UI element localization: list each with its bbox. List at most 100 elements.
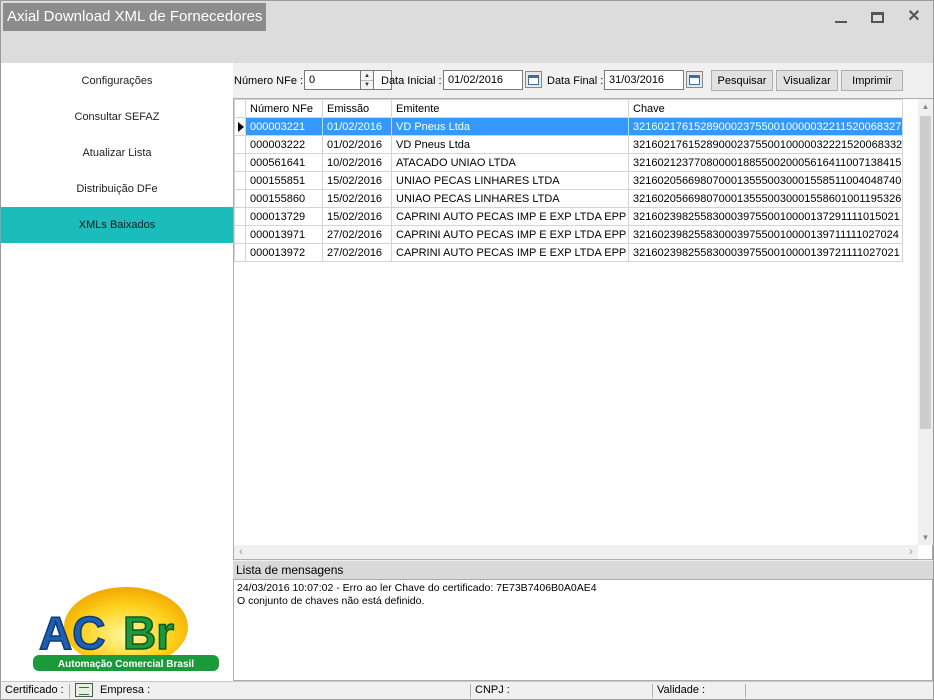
- cell-chave[interactable]: 3216023982558300039755001000013972111102…: [627, 243, 904, 262]
- cell-emissao[interactable]: 15/02/2016: [322, 189, 392, 208]
- row-selector[interactable]: [234, 207, 246, 226]
- scroll-up-icon[interactable]: ▲: [918, 99, 933, 114]
- status-cnpj-label: CNPJ :: [475, 684, 510, 696]
- maximize-button[interactable]: [859, 5, 895, 29]
- cell-chave[interactable]: 3216023982558300039755001000013729111101…: [627, 207, 904, 226]
- cell-emitente[interactable]: CAPRINI AUTO PECAS IMP E EXP LTDA EPP: [391, 243, 629, 262]
- table-row[interactable]: 000013729 15/02/2016 CAPRINI AUTO PECAS …: [234, 207, 904, 226]
- minimize-button[interactable]: [823, 5, 859, 29]
- close-icon: ✕: [907, 8, 921, 25]
- cell-numero[interactable]: 000013729: [245, 207, 323, 226]
- filter-toolbar: Número NFe : ▲ ▼ Data Inicial : Data Fin…: [233, 63, 933, 97]
- row-selector[interactable]: [234, 243, 246, 262]
- sidebar-item-configuracoes[interactable]: Configurações: [1, 63, 233, 99]
- row-selector[interactable]: [234, 171, 246, 190]
- column-header-emissao[interactable]: Emissão: [322, 99, 392, 118]
- svg-text:Automação Comercial Brasil: Automação Comercial Brasil: [58, 659, 194, 670]
- cell-emitente[interactable]: CAPRINI AUTO PECAS IMP E EXP LTDA EPP: [391, 207, 629, 226]
- svg-text:AC: AC: [39, 607, 105, 659]
- cell-numero[interactable]: 000155860: [245, 189, 323, 208]
- maximize-icon: [870, 11, 884, 23]
- row-selector[interactable]: [234, 225, 246, 244]
- data-inicial-label: Data Inicial :: [381, 75, 442, 87]
- column-header-numero[interactable]: Número NFe: [245, 99, 323, 118]
- sidebar-item-label: Configurações: [81, 75, 153, 87]
- cell-chave[interactable]: 3216020566980700013555003000155851100404…: [627, 171, 904, 190]
- app-window: Axial Download XML de Fornecedores ✕ Con…: [0, 0, 934, 700]
- table-row[interactable]: 000561641 10/02/2016 ATACADO UNIAO LTDA …: [234, 153, 904, 172]
- cell-chave[interactable]: 3216021761528900023755001000003222152006…: [627, 135, 904, 154]
- grid-horizontal-scrollbar[interactable]: ‹ ›: [234, 545, 918, 559]
- cell-emissao[interactable]: 15/02/2016: [322, 171, 392, 190]
- imprimir-button[interactable]: Imprimir: [841, 70, 903, 91]
- grid-vertical-scrollbar[interactable]: ▲ ▼: [918, 99, 933, 545]
- cell-emitente[interactable]: CAPRINI AUTO PECAS IMP E EXP LTDA EPP: [391, 225, 629, 244]
- cell-chave[interactable]: 3216020566980700013555003000155860100119…: [627, 189, 904, 208]
- cell-emitente[interactable]: VD Pneus Ltda: [391, 117, 629, 136]
- status-certificado-label: Certificado :: [5, 684, 64, 696]
- scroll-down-icon[interactable]: ▼: [918, 530, 933, 545]
- certificate-icon: [75, 683, 93, 697]
- nfe-grid: Número NFe Emissão Emitente Chave 000003…: [233, 98, 933, 560]
- table-row[interactable]: 000155860 15/02/2016 UNIAO PECAS LINHARE…: [234, 189, 904, 208]
- sidebar-item-atualizar-lista[interactable]: Atualizar Lista: [1, 135, 233, 171]
- cell-emissao[interactable]: 27/02/2016: [322, 243, 392, 262]
- table-row[interactable]: 000013971 27/02/2016 CAPRINI AUTO PECAS …: [234, 225, 904, 244]
- status-separator: [69, 684, 70, 698]
- cell-numero[interactable]: 000561641: [245, 153, 323, 172]
- sidebar-item-distribuicao-dfe[interactable]: Distribuição DFe: [1, 171, 233, 207]
- cell-emitente[interactable]: VD Pneus Ltda: [391, 135, 629, 154]
- numero-nfe-label: Número NFe :: [234, 75, 304, 87]
- column-header-chave[interactable]: Chave: [627, 99, 904, 118]
- row-selector[interactable]: [234, 153, 246, 172]
- cell-emitente[interactable]: UNIAO PECAS LINHARES LTDA: [391, 171, 629, 190]
- column-header-emitente[interactable]: Emitente: [391, 99, 629, 118]
- cell-chave[interactable]: 3216023982558300039755001000013971111102…: [627, 225, 904, 244]
- table-row[interactable]: 000155851 15/02/2016 UNIAO PECAS LINHARE…: [234, 171, 904, 190]
- minimize-icon: [835, 21, 847, 23]
- numero-nfe-input[interactable]: [304, 70, 392, 90]
- spin-down-icon[interactable]: ▼: [361, 80, 373, 89]
- close-button[interactable]: ✕: [896, 5, 932, 29]
- row-selector[interactable]: [234, 189, 246, 208]
- table-row[interactable]: 000013972 27/02/2016 CAPRINI AUTO PECAS …: [234, 243, 904, 262]
- cell-emissao[interactable]: 27/02/2016: [322, 225, 392, 244]
- cell-chave[interactable]: 3216021761528900023755001000003221152006…: [627, 117, 904, 136]
- data-final-input[interactable]: [604, 70, 684, 90]
- table-row[interactable]: 000003221 01/02/2016 VD Pneus Ltda 32160…: [234, 117, 904, 136]
- status-separator: [745, 684, 746, 698]
- cell-numero[interactable]: 000013972: [245, 243, 323, 262]
- calendar-icon: [528, 74, 539, 85]
- data-final-label: Data Final :: [547, 75, 604, 87]
- visualizar-button[interactable]: Visualizar: [776, 70, 838, 91]
- cell-emissao[interactable]: 01/02/2016: [322, 117, 392, 136]
- cell-emissao[interactable]: 01/02/2016: [322, 135, 392, 154]
- window-title: Axial Download XML de Fornecedores: [3, 3, 267, 31]
- sidebar-item-consultar-sefaz[interactable]: Consultar SEFAZ: [1, 99, 233, 135]
- cell-chave[interactable]: 3216021237708000018855002000561641100713…: [627, 153, 904, 172]
- status-validade-label: Validade :: [657, 684, 706, 696]
- spin-up-icon[interactable]: ▲: [361, 71, 373, 80]
- data-inicial-input[interactable]: [443, 70, 523, 90]
- row-selector[interactable]: [234, 135, 246, 154]
- pesquisar-button[interactable]: Pesquisar: [711, 70, 773, 91]
- sidebar-item-xmls-baixados[interactable]: XMLs Baixados: [1, 207, 233, 243]
- cell-emitente[interactable]: ATACADO UNIAO LTDA: [391, 153, 629, 172]
- scroll-left-icon[interactable]: ‹: [234, 545, 248, 559]
- cell-emissao[interactable]: 10/02/2016: [322, 153, 392, 172]
- cell-emissao[interactable]: 15/02/2016: [322, 207, 392, 226]
- scroll-right-icon[interactable]: ›: [904, 545, 918, 559]
- numero-nfe-spinner[interactable]: ▲ ▼: [360, 70, 374, 90]
- row-selector[interactable]: [234, 117, 246, 136]
- cell-emitente[interactable]: UNIAO PECAS LINHARES LTDA: [391, 189, 629, 208]
- messages-list[interactable]: 24/03/2016 10:07:02 - Erro ao ler Chave …: [233, 579, 933, 681]
- cell-numero[interactable]: 000013971: [245, 225, 323, 244]
- vertical-scroll-thumb[interactable]: [920, 116, 931, 429]
- cell-numero[interactable]: 000155851: [245, 171, 323, 190]
- message-line: 24/03/2016 10:07:02 - Erro ao ler Chave …: [237, 582, 597, 594]
- cell-numero[interactable]: 000003221: [245, 117, 323, 136]
- data-final-calendar-button[interactable]: [686, 71, 703, 88]
- data-inicial-calendar-button[interactable]: [525, 71, 542, 88]
- cell-numero[interactable]: 000003222: [245, 135, 323, 154]
- table-row[interactable]: 000003222 01/02/2016 VD Pneus Ltda 32160…: [234, 135, 904, 154]
